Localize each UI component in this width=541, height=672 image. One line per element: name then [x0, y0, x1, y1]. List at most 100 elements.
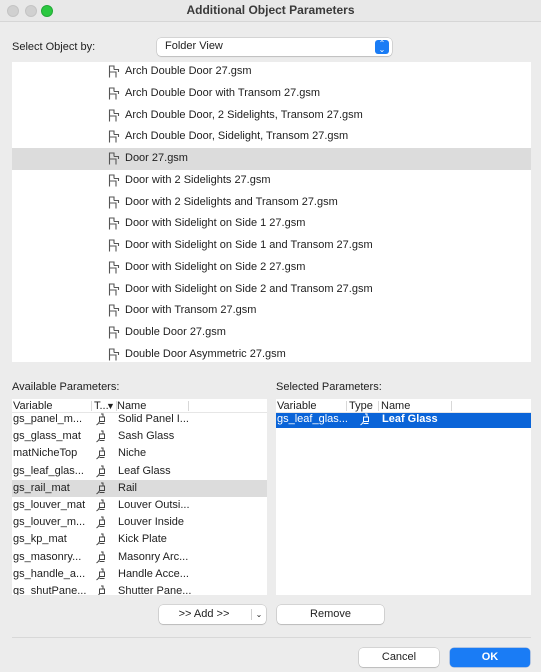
object-list-item[interactable]: Door with 2 Sidelights and Transom 27.gs…: [12, 192, 531, 214]
add-button[interactable]: >> Add >> ⌄: [159, 605, 266, 624]
column-header-name[interactable]: Name: [381, 400, 410, 412]
object-list-item[interactable]: Arch Double Door, Sidelight, Transom 27.…: [12, 126, 531, 148]
object-list-item[interactable]: Door with Sidelight on Side 2 27.gsm: [12, 257, 531, 279]
object-list-item-label: Door 27.gsm: [125, 152, 188, 164]
door-object-icon: [108, 239, 120, 252]
table-row[interactable]: gs_kp_mat Kick Plate: [12, 531, 267, 548]
divider: [12, 637, 531, 638]
object-list-item-label: Door with Sidelight on Side 1 27.gsm: [125, 217, 306, 230]
column-separator[interactable]: [91, 401, 92, 411]
door-object-icon: [108, 195, 120, 209]
object-list-item-label: Door with Sidelight on Side 1 and Transo…: [125, 239, 373, 251]
material-brush-icon: [96, 447, 108, 460]
table-row[interactable]: matNicheTop Niche: [12, 445, 267, 462]
object-list-item-label: Arch Double Door with Transom 27.gsm: [125, 86, 321, 99]
object-list-item[interactable]: Arch Double Door, 2 Sidelights, Transom …: [12, 105, 531, 127]
door-object-icon: [108, 261, 120, 274]
material-brush-icon: [96, 499, 108, 512]
cell-name: Louver Outsi...: [118, 499, 190, 511]
cell-name: Leaf Glass: [118, 464, 171, 477]
material-brush-icon: [96, 465, 108, 478]
object-list-item[interactable]: Arch Double Door with Transom 27.gsm: [12, 83, 531, 105]
door-object-icon: [108, 348, 120, 361]
table-header: Variable Type Name: [276, 399, 531, 413]
cell-variable: matNicheTop: [13, 447, 78, 460]
object-list-item-label: Door with Sidelight on Side 2 27.gsm: [125, 260, 306, 273]
material-brush-icon: [96, 533, 108, 546]
cell-name: Masonry Arc...: [118, 550, 189, 563]
material-brush-icon: [96, 516, 108, 529]
select-object-popup[interactable]: Folder View ⌃ ⌄: [157, 38, 392, 56]
cancel-button[interactable]: Cancel: [359, 648, 439, 667]
cell-variable: gs_glass_mat: [13, 430, 81, 443]
chevron-down-icon[interactable]: ⌄: [254, 605, 264, 624]
object-list-item[interactable]: Door 27.gsm: [12, 148, 531, 170]
table-header: Variable T... ▼ Name: [12, 399, 267, 413]
object-list-item-label: Double Door Asymmetric 27.gsm: [125, 347, 286, 360]
column-header-variable[interactable]: Variable: [13, 400, 53, 412]
column-separator[interactable]: [378, 401, 379, 411]
table-row[interactable]: gs_leaf_glas... Leaf Glass: [12, 463, 267, 480]
object-list-item[interactable]: Door with Transom 27.gsm: [12, 300, 531, 322]
material-brush-icon: [96, 430, 108, 443]
cell-variable: gs_masonry...: [13, 550, 82, 563]
remove-button[interactable]: Remove: [277, 605, 384, 624]
object-list-item[interactable]: Door with Sidelight on Side 1 27.gsm: [12, 213, 531, 235]
cell-variable: gs_leaf_glas...: [13, 464, 84, 477]
table-row[interactable]: gs_rail_mat Rail: [12, 479, 267, 497]
door-object-icon: [108, 130, 120, 143]
door-object-icon: [108, 87, 120, 100]
selected-parameters-label: Selected Parameters:: [276, 381, 382, 393]
window-title: Additional Object Parameters: [186, 3, 355, 17]
object-list-item[interactable]: Door with Sidelight on Side 2 and Transo…: [12, 279, 531, 301]
cell-name: Handle Acce...: [118, 567, 189, 580]
column-separator[interactable]: [346, 401, 347, 411]
material-brush-icon: [96, 585, 108, 595]
object-list-item-label: Door with Sidelight on Side 2 and Transo…: [125, 282, 373, 295]
cell-name: Shutter Pane...: [118, 585, 192, 595]
column-header-type[interactable]: Type: [349, 400, 373, 412]
object-list-item-label: Door with Transom 27.gsm: [125, 304, 257, 317]
column-header-name[interactable]: Name: [117, 400, 146, 412]
sort-descending-icon: ▼: [106, 401, 115, 411]
object-list-item[interactable]: Door with Sidelight on Side 1 and Transo…: [12, 235, 531, 257]
object-list-item[interactable]: Arch Double Door 27.gsm: [12, 62, 531, 83]
door-object-icon: [108, 304, 120, 317]
cell-variable: gs_kp_mat: [13, 533, 67, 546]
object-list[interactable]: Arch Double Door 27.gsm Arch Double Door …: [12, 62, 531, 362]
material-brush-icon: [360, 413, 372, 426]
cell-variable: gs_panel_m...: [13, 413, 83, 425]
table-row[interactable]: gs_louver_m... Louver Inside: [12, 514, 267, 531]
ok-button[interactable]: OK: [450, 648, 530, 667]
column-header-variable[interactable]: Variable: [277, 400, 317, 412]
cell-variable: gs_louver_m...: [13, 516, 86, 529]
object-list-item[interactable]: Double Door Asymmetric 27.gsm: [12, 344, 531, 362]
cell-name: Sash Glass: [118, 430, 175, 443]
material-brush-icon: [96, 568, 108, 581]
table-row[interactable]: gs_glass_mat Sash Glass: [12, 428, 267, 445]
column-separator[interactable]: [451, 401, 452, 411]
object-list-item[interactable]: Door with 2 Sidelights 27.gsm: [12, 170, 531, 192]
door-object-icon: [108, 282, 120, 296]
table-row[interactable]: gs_handle_a... Handle Acce...: [12, 566, 267, 583]
object-list-item[interactable]: Double Door 27.gsm: [12, 322, 531, 344]
object-list-item-label: Double Door 27.gsm: [125, 326, 226, 338]
add-button-separator: [251, 609, 252, 620]
cell-variable: gs_handle_a...: [13, 567, 86, 580]
table-row[interactable]: gs_shutPane... Shutter Pane...: [12, 583, 267, 595]
cell-variable: gs_rail_mat: [13, 481, 70, 494]
door-object-icon: [108, 152, 120, 165]
object-list-item-label: Door with 2 Sidelights and Transom 27.gs…: [125, 195, 338, 208]
table-row[interactable]: gs_masonry... Masonry Arc...: [12, 549, 267, 566]
add-button-label[interactable]: >> Add >>: [159, 605, 249, 624]
select-object-value: Folder View: [165, 40, 223, 52]
selected-parameters-table[interactable]: gs_leaf_glas... Leaf Glass Variable Type …: [276, 399, 531, 595]
object-list-item-label: Door with 2 Sidelights 27.gsm: [125, 173, 271, 186]
table-row[interactable]: gs_louver_mat Louver Outsi...: [12, 497, 267, 514]
available-parameters-table[interactable]: gs_panel_m... Solid Panel I... gs_glass_ma…: [12, 399, 267, 595]
object-list-item-label: Arch Double Door 27.gsm: [125, 65, 252, 77]
column-separator[interactable]: [188, 401, 189, 411]
door-object-icon: [108, 108, 120, 122]
table-row[interactable]: gs_panel_m... Solid Panel I...: [12, 411, 267, 428]
table-row[interactable]: gs_leaf_glas... Leaf Glass: [276, 411, 531, 429]
